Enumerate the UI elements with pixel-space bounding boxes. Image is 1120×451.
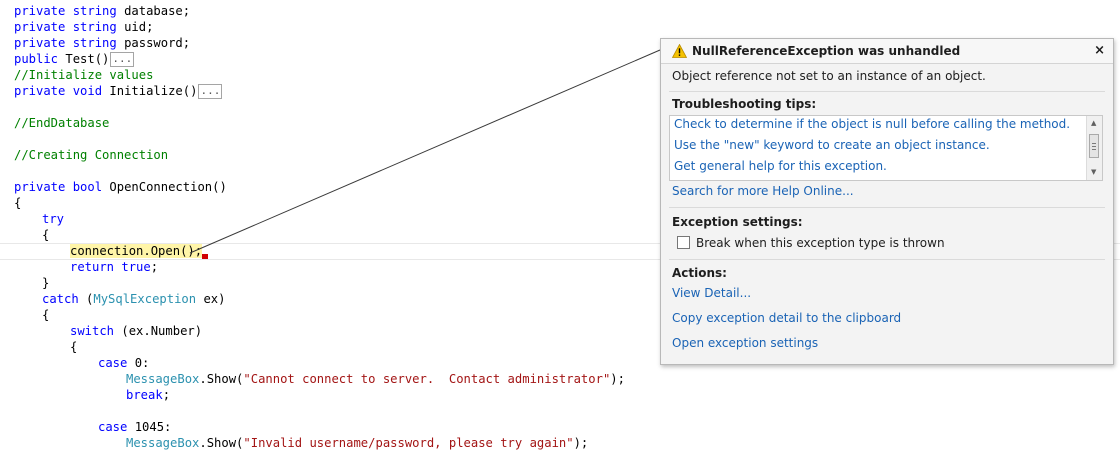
exception-settings-label: Exception settings: (672, 215, 803, 229)
warning-icon (672, 44, 687, 58)
troubleshooting-tips-list: Check to determine if the object is null… (669, 115, 1103, 181)
divider (669, 207, 1105, 208)
view-detail-link[interactable]: View Detail... (672, 286, 751, 300)
popup-title: NullReferenceException was unhandled (692, 44, 961, 58)
copy-exception-detail-link[interactable]: Copy exception detail to the clipboard (672, 311, 901, 325)
troubleshooting-label: Troubleshooting tips: (672, 97, 817, 111)
close-icon[interactable]: × (1094, 43, 1105, 58)
exception-message: Object reference not set to an instance … (672, 69, 986, 83)
scroll-up-icon[interactable]: ▲ (1091, 119, 1096, 127)
scrollbar-thumb[interactable] (1089, 134, 1099, 158)
actions-label: Actions: (672, 266, 727, 280)
exception-assistant-popup: NullReferenceException was unhandled × O… (660, 38, 1114, 365)
divider (669, 259, 1105, 260)
divider (669, 91, 1105, 92)
break-on-exception-checkbox[interactable] (677, 236, 690, 249)
search-help-online-link[interactable]: Search for more Help Online... (672, 184, 854, 198)
tip-link[interactable]: Check to determine if the object is null… (674, 117, 1070, 131)
tip-link[interactable]: Use the "new" keyword to create an objec… (674, 138, 990, 152)
tips-scrollbar[interactable]: ▲ ▼ (1086, 116, 1102, 180)
break-on-exception-label[interactable]: Break when this exception type is thrown (696, 236, 945, 250)
tip-link[interactable]: Get general help for this exception. (674, 159, 887, 173)
scroll-down-icon[interactable]: ▼ (1091, 168, 1096, 176)
open-exception-settings-link[interactable]: Open exception settings (672, 336, 818, 350)
popup-header: NullReferenceException was unhandled × (661, 39, 1113, 64)
